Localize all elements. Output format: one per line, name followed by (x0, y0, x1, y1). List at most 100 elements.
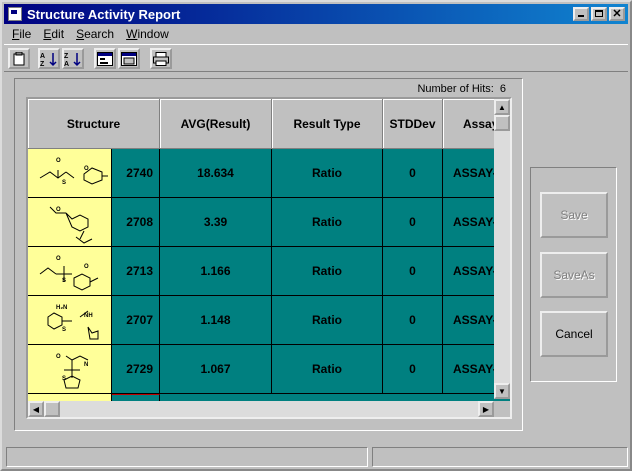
result-type-cell[interactable]: Ratio (272, 198, 383, 247)
window-view-icon (121, 51, 137, 66)
column-header-structure[interactable]: Structure (28, 99, 160, 149)
app-icon[interactable] (8, 7, 22, 21)
menu-search-label: earch (84, 27, 115, 41)
stddev-cell[interactable]: 0 (383, 296, 443, 345)
menu-window-mnemonic: W (126, 27, 138, 41)
svg-text:S: S (62, 180, 66, 186)
print-button[interactable] (150, 48, 172, 69)
svg-text:S: S (62, 327, 66, 333)
svg-text:O: O (84, 264, 89, 270)
table-row[interactable]: O S N 2729 1.067 Ratio 0 ASSAY-2 (28, 345, 510, 394)
table-row[interactable]: H₂N S NH 2707 1.148 Ratio 0 ASSAY-2 (28, 296, 510, 345)
svg-text:N: N (84, 362, 88, 368)
hit-count-label: Number of Hits: (417, 83, 494, 95)
stddev-cell[interactable]: 0 (383, 149, 443, 198)
sort-ascending-icon: AZ (40, 52, 57, 67)
column-header-stddev[interactable]: STDDev (383, 99, 443, 149)
svg-text:O: O (56, 256, 61, 262)
avg-result-cell[interactable]: 1.067 (160, 345, 272, 394)
svg-text:NH: NH (84, 313, 93, 319)
scroll-up-button[interactable]: ▲ (494, 99, 510, 115)
svg-text:A: A (40, 53, 45, 60)
form-view-button[interactable] (94, 48, 116, 69)
result-type-cell[interactable]: Ratio (272, 149, 383, 198)
menu-edit-label: dit (51, 27, 65, 41)
svg-text:S: S (62, 376, 66, 382)
stddev-cell[interactable]: 0 (383, 198, 443, 247)
scroll-right-button[interactable]: ▶ (478, 401, 494, 417)
svg-text:A: A (64, 61, 69, 67)
form-view-icon (97, 51, 113, 66)
menu-bar: File Edit Search Window (6, 25, 175, 43)
sort-ascending-button[interactable]: AZ (38, 48, 60, 69)
avg-result-cell[interactable]: 1.166 (160, 247, 272, 296)
results-grid: Structure AVG(Result) Result Type STDDev… (26, 97, 512, 419)
vertical-scrollbar[interactable]: ▲ ▼ (494, 99, 510, 399)
result-type-cell[interactable]: Ratio (272, 345, 383, 394)
column-header-result-type[interactable]: Result Type (272, 99, 383, 149)
stddev-cell[interactable]: 0 (383, 247, 443, 296)
molecule-structure-image: O (49, 206, 93, 244)
hit-count: Number of Hits: 6 (417, 83, 506, 95)
column-header-avg-result[interactable]: AVG(Result) (160, 99, 272, 149)
compound-id-cell[interactable]: 2740 (112, 149, 160, 198)
status-bar (6, 447, 628, 467)
status-pane-secondary (372, 447, 628, 467)
avg-result-cell[interactable]: 1.148 (160, 296, 272, 345)
result-type-cell[interactable]: Ratio (272, 247, 383, 296)
clipboard-button[interactable] (8, 48, 30, 69)
avg-result-cell[interactable]: 3.39 (160, 198, 272, 247)
table-row[interactable]: O S O 2740 18.634 Ratio 0 ASSAY-2 (28, 149, 510, 198)
saveas-button[interactable]: SaveAs (540, 252, 608, 298)
action-button-group: Save SaveAs Cancel (530, 167, 617, 382)
compound-id-cell[interactable]: 2729 (112, 345, 160, 394)
structure-cell[interactable]: O S O (28, 247, 112, 296)
horizontal-scroll-thumb[interactable] (44, 401, 60, 417)
menu-window[interactable]: Window (120, 25, 175, 43)
menu-file[interactable]: File (6, 25, 37, 43)
structure-cell[interactable]: O S N (28, 345, 112, 394)
minimize-button[interactable] (573, 7, 589, 21)
status-pane-main (6, 447, 368, 467)
svg-text:Z: Z (64, 53, 69, 60)
scroll-left-button[interactable]: ◀ (28, 401, 44, 417)
sort-descending-button[interactable]: ZA (62, 48, 84, 69)
stddev-cell[interactable]: 0 (383, 345, 443, 394)
horizontal-scrollbar[interactable]: ◀ ▶ (28, 401, 494, 417)
compound-id-cell[interactable]: 2707 (112, 296, 160, 345)
grid-header: Structure AVG(Result) Result Type STDDev… (28, 99, 510, 149)
sort-descending-icon: ZA (64, 52, 81, 67)
molecule-structure-image: O S O (39, 256, 99, 291)
structure-cell[interactable]: O (28, 198, 112, 247)
close-button[interactable]: ✕ (609, 7, 625, 21)
compound-id-cell[interactable]: 2713 (112, 247, 160, 296)
cancel-button[interactable]: Cancel (540, 311, 608, 357)
window-title: Structure Activity Report (27, 6, 181, 22)
scroll-down-button[interactable]: ▼ (494, 383, 510, 399)
hit-count-value: 6 (499, 83, 506, 95)
menu-edit[interactable]: Edit (37, 25, 70, 43)
title-bar[interactable]: Structure Activity Report ✕ (4, 4, 628, 24)
avg-result-cell[interactable]: 18.634 (160, 149, 272, 198)
vertical-scroll-thumb[interactable] (494, 115, 510, 131)
save-button[interactable]: Save (540, 192, 608, 238)
table-row[interactable]: O 2708 3.39 Ratio 0 ASSAY-2 (28, 198, 510, 247)
svg-text:S: S (62, 278, 66, 284)
svg-text:O: O (84, 166, 89, 172)
molecule-structure-image: H₂N S NH (47, 305, 99, 340)
menu-search[interactable]: Search (70, 25, 120, 43)
svg-text:O: O (56, 158, 61, 164)
scrollbar-corner (494, 401, 510, 417)
structure-cell[interactable]: O S O (28, 149, 112, 198)
result-type-cell[interactable]: Ratio (272, 296, 383, 345)
compound-id-cell[interactable]: 2708 (112, 198, 160, 247)
structure-cell[interactable]: H₂N S NH (28, 296, 112, 345)
svg-text:Z: Z (40, 61, 45, 67)
report-window: Structure Activity Report ✕ File Edit Se… (0, 0, 632, 471)
svg-text:O: O (56, 207, 61, 213)
svg-text:H₂N: H₂N (56, 305, 67, 311)
maximize-button[interactable] (591, 7, 607, 21)
window-view-button[interactable] (118, 48, 140, 69)
svg-text:O: O (56, 354, 61, 360)
table-row[interactable]: O S O 2713 1.166 Ratio 0 ASSAY-2 (28, 247, 510, 296)
